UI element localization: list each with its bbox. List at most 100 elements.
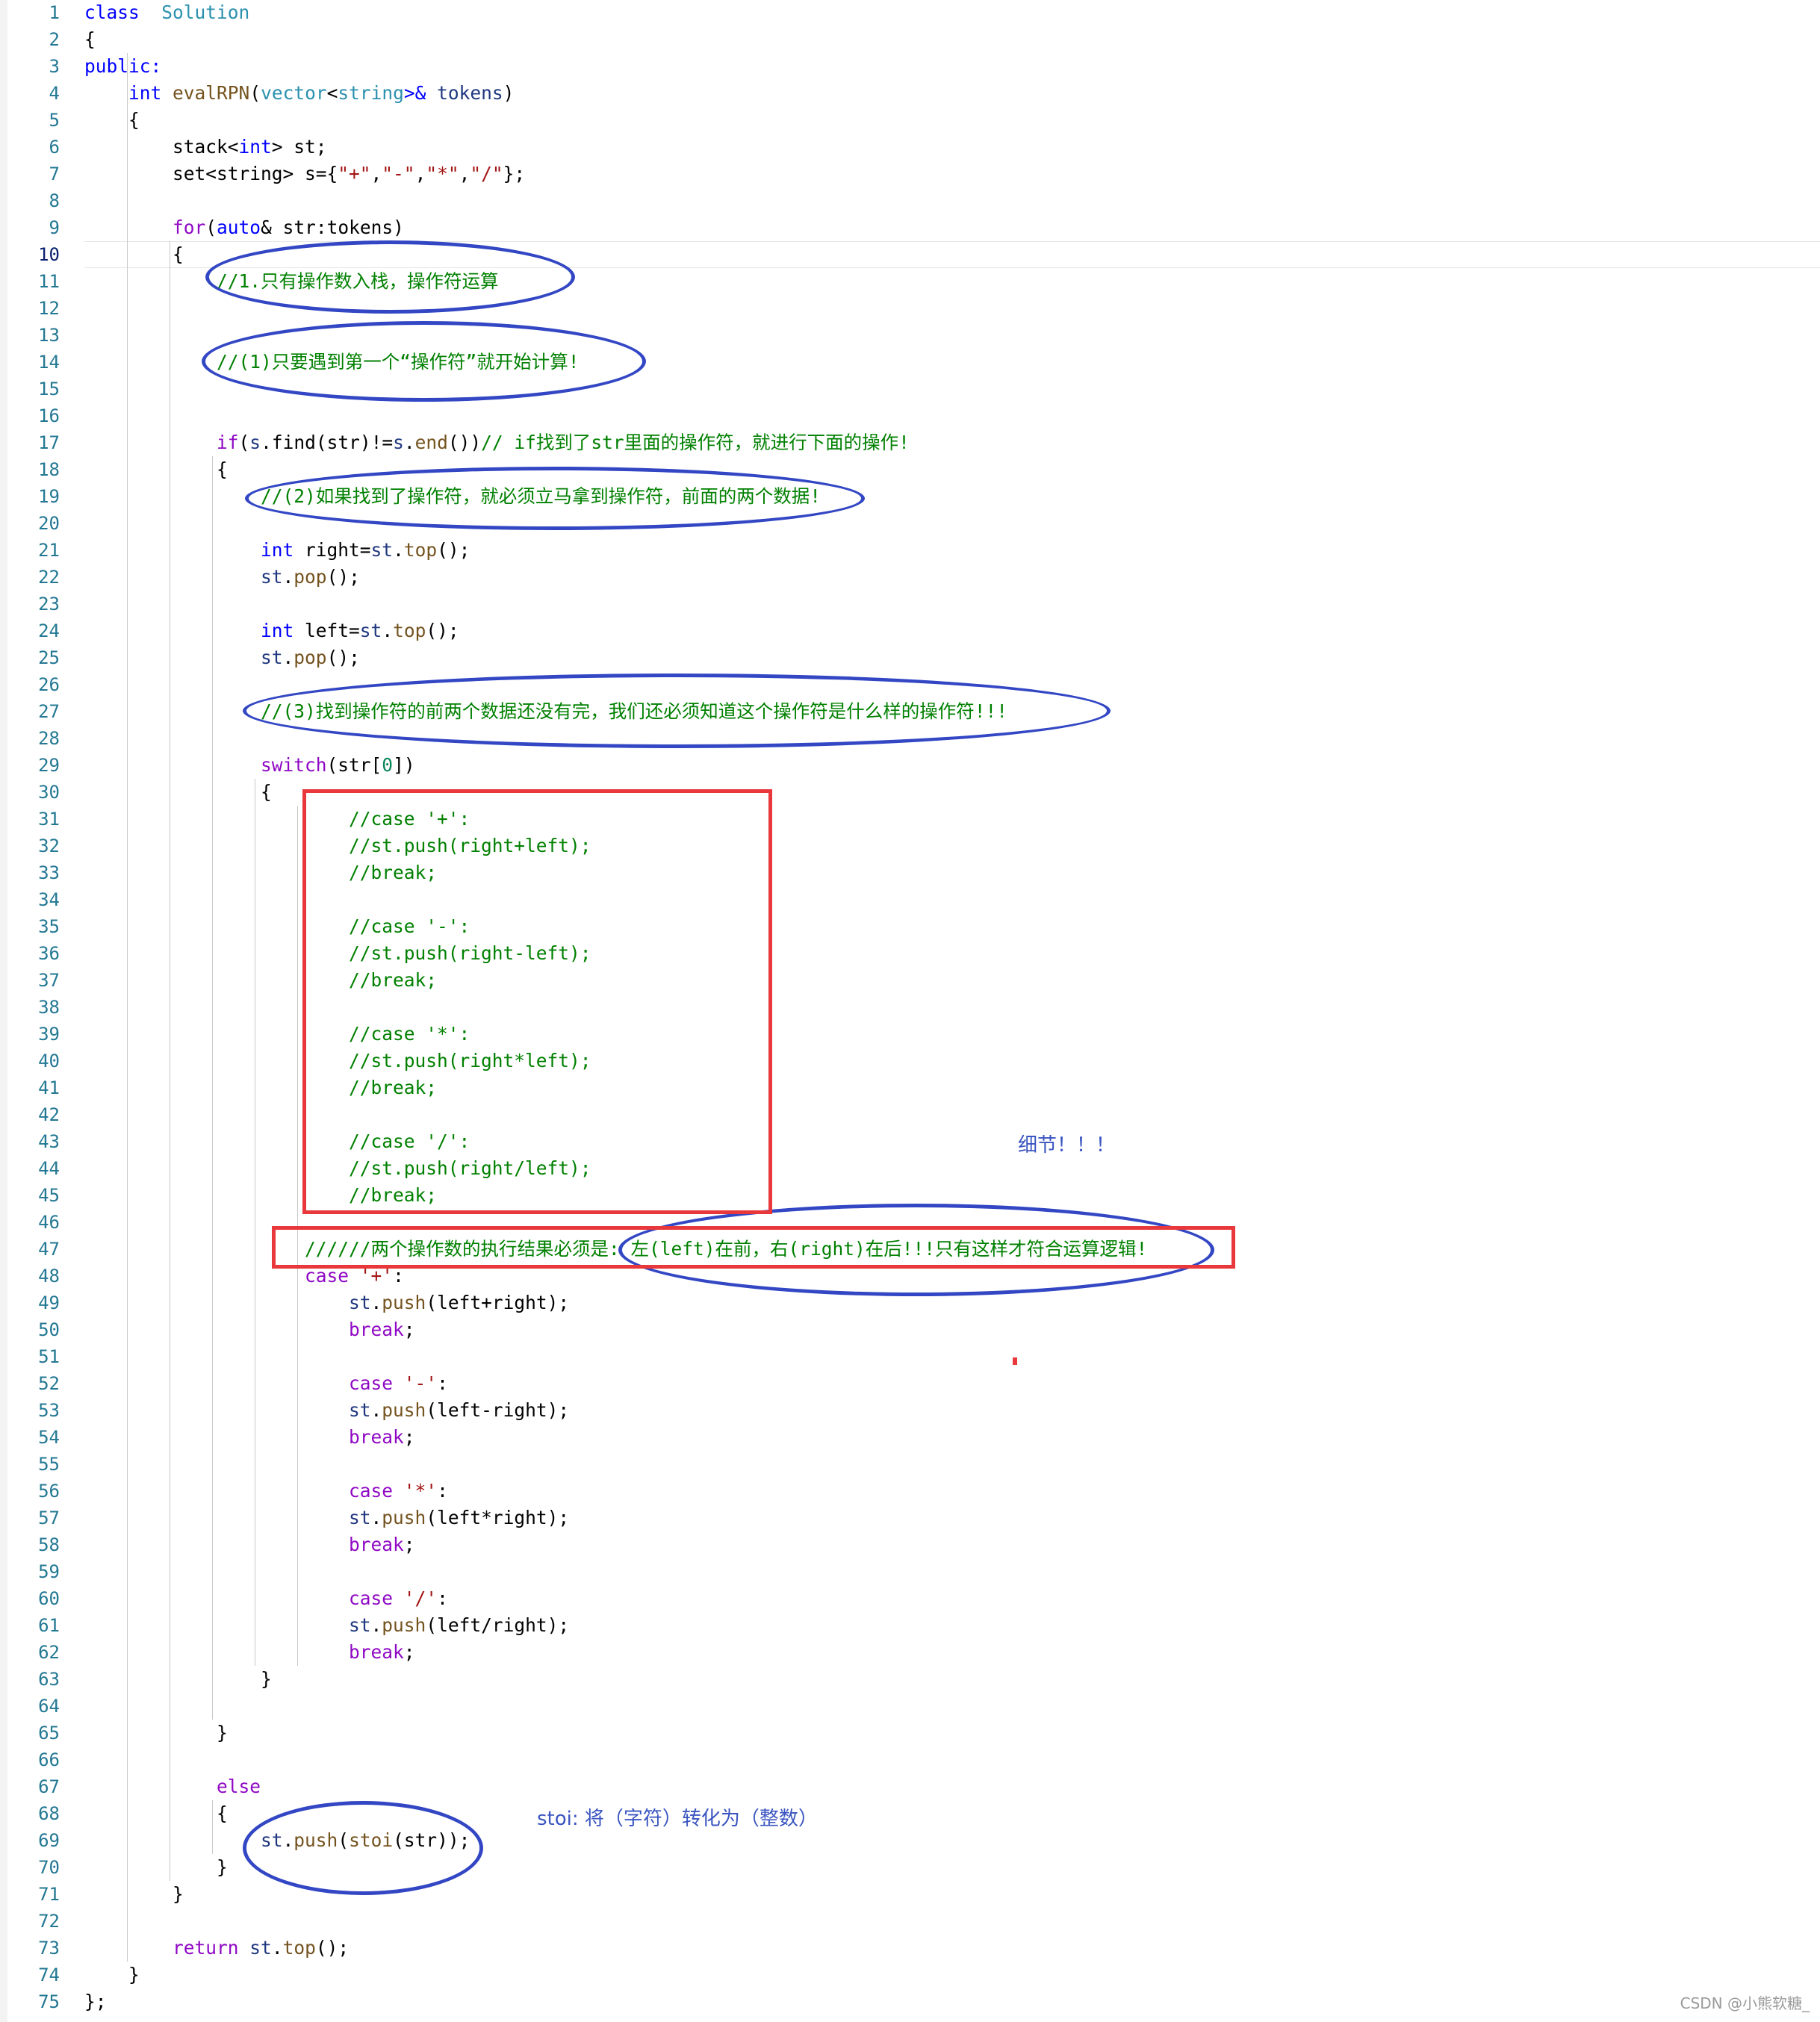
watermark: CSDN @小熊软糖_ (1680, 1994, 1810, 2012)
code-token: .find(str)!= (261, 432, 394, 453)
line-number: 42 (38, 1104, 60, 1125)
line-number: 24 (38, 620, 60, 641)
code-editor[interactable]: 1 2 3 4 5 6 7 8 9 10 11 12 13 14 15 16 17 18 19 20 21 22 23 24 2… (0, 0, 1820, 2022)
code-line[interactable]: { (84, 107, 140, 134)
line-number: 7 (49, 164, 60, 184)
code-token: case (349, 1372, 394, 1394)
code-line[interactable]: } (84, 1854, 228, 1881)
line-number: 51 (38, 1346, 60, 1367)
code-line[interactable]: public: (84, 53, 161, 80)
line-number: 3 (49, 56, 60, 77)
line-number: 25 (38, 647, 60, 668)
code-token: ) (503, 82, 515, 104)
line-number: 52 (38, 1373, 60, 1394)
code-token: , (414, 163, 426, 184)
code-token: } (84, 1856, 228, 1878)
code-token: string (338, 82, 404, 104)
code-token: top (282, 1937, 316, 1959)
code-line[interactable]: stack<int> st; (84, 134, 327, 161)
code-line[interactable]: case '-': (84, 1370, 448, 1397)
code-line[interactable]: } (84, 1962, 140, 1988)
line-number: 10 (38, 244, 60, 265)
code-token: ()) (447, 432, 482, 453)
code-line[interactable]: { (84, 456, 228, 483)
code-line[interactable]: st.push(left*right); (84, 1505, 569, 1531)
code-token: }; (503, 163, 526, 184)
code-line[interactable]: else (84, 1773, 261, 1800)
line-number: 33 (38, 862, 60, 883)
line-number: 1 (49, 2, 60, 23)
code-line[interactable]: { (84, 26, 96, 53)
annotation-ellipse-line-19 (245, 467, 865, 530)
code-line[interactable]: set<string> s={"+","-","*","/"}; (84, 161, 525, 187)
code-token: st (349, 1292, 371, 1313)
code-token: break (349, 1319, 404, 1340)
code-token: int (261, 539, 294, 561)
code-line[interactable]: case '/': (84, 1585, 448, 1612)
code-token: (); (426, 620, 459, 641)
code-token: '*' (403, 1480, 438, 1502)
code-line[interactable]: { (84, 779, 272, 806)
code-line[interactable]: int right=st.top(); (84, 537, 470, 564)
code-line[interactable]: st.pop(); (84, 644, 360, 671)
code-line[interactable]: }; (84, 1988, 107, 2015)
code-token: , (370, 163, 382, 184)
code-line[interactable]: int evalRPN(vector<string>& tokens) (84, 80, 514, 107)
code-line[interactable]: if(s.find(str)!=s.end())// if找到了str里面的操作… (84, 429, 910, 456)
code-token: for (173, 217, 206, 238)
code-line[interactable]: int left=st.top(); (84, 618, 459, 644)
code-line[interactable]: } (84, 1720, 228, 1746)
code-line[interactable]: case '*': (84, 1478, 448, 1505)
code-token: "/" (470, 163, 503, 184)
code-token: s (249, 432, 261, 453)
line-number: 4 (49, 83, 60, 104)
code-token: : (437, 1372, 448, 1394)
code-line[interactable]: switch(str[0]) (84, 752, 415, 779)
code-line[interactable]: st.push(left/right); (84, 1612, 569, 1639)
line-number: 13 (38, 325, 60, 346)
line-number: 18 (38, 459, 60, 480)
code-line[interactable]: break; (84, 1424, 415, 1451)
code-line[interactable]: break; (84, 1639, 415, 1666)
code-line[interactable]: break; (84, 1531, 415, 1558)
code-line[interactable]: for(auto& str:tokens) (84, 214, 404, 241)
code-token: public: (84, 55, 162, 77)
line-number: 61 (38, 1615, 60, 1636)
code-token: case (349, 1587, 394, 1609)
line-number: 11 (38, 271, 60, 292)
code-token: . (370, 1399, 382, 1421)
code-token: { (84, 781, 272, 803)
line-number: 38 (38, 997, 60, 1018)
code-line[interactable]: { (84, 1800, 228, 1827)
line-number: 59 (38, 1561, 60, 1582)
line-number: 44 (38, 1158, 60, 1179)
code-line[interactable]: { (84, 241, 184, 268)
code-line[interactable]: class Solution (84, 0, 249, 26)
code-line[interactable]: } (84, 1881, 184, 1908)
code-token: . (370, 1292, 382, 1313)
code-line[interactable]: return st.top(); (84, 1935, 349, 1962)
code-line[interactable]: } (84, 1666, 272, 1693)
code-line[interactable]: st.pop(); (84, 564, 360, 591)
code-line[interactable]: st.push(left+right); (84, 1290, 569, 1316)
code-line[interactable]: break; (84, 1316, 415, 1343)
annotation-box-line-47 (272, 1226, 1235, 1269)
code-token: (left/right); (426, 1614, 570, 1636)
code-token: // if找到了str里面的操作符，就进行下面的操作! (481, 432, 910, 453)
code-token: st (349, 1507, 371, 1528)
code-token: { (84, 243, 184, 265)
code-line[interactable]: st.push(left-right); (84, 1397, 569, 1424)
code-token: int (261, 620, 294, 641)
code-token: end (414, 432, 448, 453)
